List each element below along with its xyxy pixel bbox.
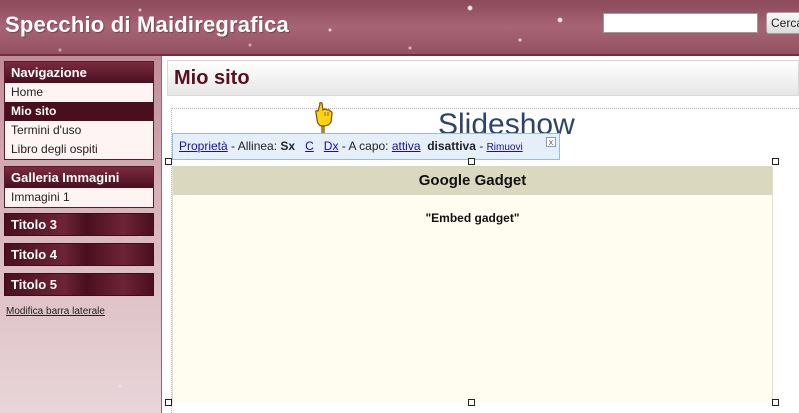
site-header: Specchio di Maidiregrafica Cerca (0, 0, 799, 56)
sidebar-item-termini[interactable]: Termini d'uso (5, 121, 153, 140)
align-left-current: Sx (280, 139, 296, 153)
sidebar-title-5[interactable]: Titolo 5 (4, 273, 154, 296)
sidebar-title-4[interactable]: Titolo 4 (4, 243, 154, 266)
toolbar-sep-3: - (475, 139, 487, 153)
edit-sidebar-link[interactable]: Modifica barra laterale (6, 306, 105, 317)
gadget-body: "Embed gadget" (425, 211, 520, 225)
sidebar: Navigazione Home Mio sito Termini d'uso … (0, 56, 162, 413)
element-toolbar: Proprietà - Allinea: Sx C Dx - A capo: a… (172, 133, 560, 160)
search-input[interactable] (603, 13, 758, 33)
remove-link[interactable]: Rimuovi (487, 142, 523, 153)
sidebar-item-libro-ospiti[interactable]: Libro degli ospiti (5, 140, 153, 159)
resize-handle-top-center[interactable] (468, 158, 475, 165)
properties-link[interactable]: Proprietà (179, 139, 228, 153)
sidebar-title-3[interactable]: Titolo 3 (4, 213, 154, 236)
gadget-title: Google Gadget (173, 166, 772, 195)
close-icon[interactable]: x (546, 137, 556, 147)
sidebar-item-immagini-1[interactable]: Immagini 1 (5, 188, 153, 207)
sidebar-item-mio-sito[interactable]: Mio sito (5, 102, 153, 121)
gallery-box: Galleria Immagini Immagini 1 (4, 166, 154, 208)
align-center-link[interactable]: C (305, 139, 314, 153)
navigation-box: Navigazione Home Mio sito Termini d'uso … (4, 61, 154, 160)
gallery-header: Galleria Immagini (5, 167, 153, 188)
resize-handle-top-right[interactable] (772, 158, 779, 165)
google-gadget[interactable]: Google Gadget "Embed gadget" (172, 166, 773, 403)
align-right-link[interactable]: Dx (324, 139, 339, 153)
resize-handle-bottom-right[interactable] (772, 399, 779, 406)
page-title: Mio sito (174, 67, 250, 89)
sidebar-item-home[interactable]: Home (5, 83, 153, 102)
page-title-bar: Mio sito (167, 60, 799, 96)
wrap-on-link[interactable]: attiva (392, 139, 421, 153)
wrap-off-current: disattiva (427, 139, 476, 153)
resize-handle-top-left[interactable] (165, 158, 172, 165)
toolbar-sep-1: - Allinea: (227, 139, 281, 153)
pointing-hand-icon (315, 102, 333, 136)
search-button[interactable]: Cerca (766, 12, 799, 34)
resize-handle-bottom-left[interactable] (165, 399, 172, 406)
navigation-header: Navigazione (5, 62, 153, 83)
resize-handle-bottom-center[interactable] (468, 399, 475, 406)
site-title[interactable]: Specchio di Maidiregrafica (5, 12, 289, 38)
toolbar-sep-2: - A capo: (338, 139, 392, 153)
main-content: Mio sito Slideshow Proprietà - Allinea: … (163, 56, 799, 413)
